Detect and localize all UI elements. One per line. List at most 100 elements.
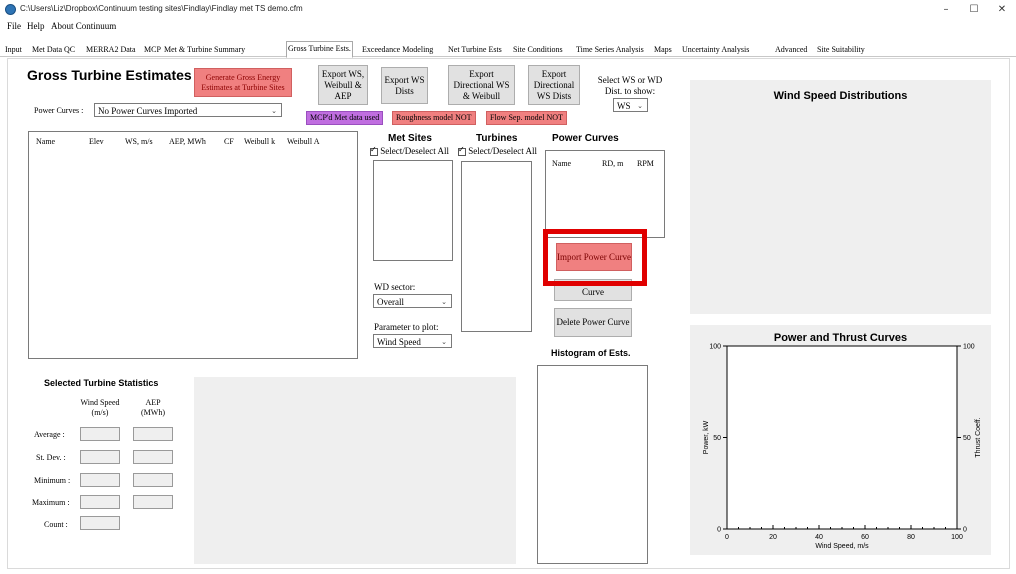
dist-type-value: WS [617,101,631,111]
x-tick-label: 100 [951,534,963,541]
maximum-aep-field [133,495,173,509]
tab-input[interactable]: Input [4,43,23,57]
count-field [80,516,120,530]
menu-about[interactable]: About Continuum [51,21,116,31]
col-weibull-a[interactable]: Weibull A [287,137,319,146]
generate-estimates-button[interactable]: Generate Gross Energy Estimates at Turbi… [194,68,292,97]
x-tick-label: 0 [725,534,729,541]
col-elev[interactable]: Elev [89,137,104,146]
average-ws-field [80,427,120,441]
title-bar: C:\Users\Liz\Dropbox\Continuum testing s… [0,0,1016,20]
power-curves-dropdown[interactable]: No Power Curves Imported ⌄ [94,103,282,117]
stats-row-maximum: Maximum : [32,498,70,507]
tab-strip: Input Met Data QC MERRA2 Data MCP Met & … [0,41,1016,58]
flowsep-status-tag: Flow Sep. model NOT [486,111,567,125]
y2-tick-label: 100 [963,344,975,351]
power-thrust-chart: Power and Thrust Curves 0 20 40 60 80 100 0 50 1… [690,325,991,555]
chevron-down-icon: ⌄ [271,107,277,115]
x-tick-label: 80 [907,534,915,541]
tab-site-conditions[interactable]: Site Conditions [512,43,564,57]
minimize-button[interactable]: – [932,1,960,19]
histogram-panel [537,365,648,564]
tab-gross-turbine-ests[interactable]: Gross Turbine Ests. [286,41,353,58]
plot-area [726,345,958,530]
col-cf[interactable]: CF [224,137,234,146]
estimates-table[interactable]: Name Elev WS, m/s AEP, MWh CF Weibull k … [28,131,358,359]
parameter-value: Wind Speed [377,337,421,347]
met-sites-select-all[interactable]: Select/Deselect All [370,145,449,156]
export-ws-dists-button[interactable]: Export WS Dists [381,67,428,104]
tab-net-turbine-ests[interactable]: Net Turbine Ests [447,43,503,57]
pc-col-rd[interactable]: RD, m [602,159,623,168]
col-name[interactable]: Name [36,137,55,146]
tab-merra2-data[interactable]: MERRA2 Data [85,43,137,57]
parameter-label: Parameter to plot: [374,322,439,332]
power-curves-label: Power Curves : [34,106,84,115]
chevron-down-icon: ⌄ [441,338,447,346]
chevron-down-icon: ⌄ [637,102,643,110]
menu-file[interactable]: File [7,21,21,31]
pc-col-rpm[interactable]: RPM [637,159,654,168]
met-sites-select-all-label: Select/Deselect All [380,146,449,156]
power-curves-title: Power Curves [552,133,619,144]
met-sites-title: Met Sites [388,133,432,144]
turbines-list[interactable] [461,161,532,332]
turbines-select-all[interactable]: Select/Deselect All [458,145,537,156]
histogram-title: Histogram of Ests. [551,348,631,358]
stats-row-average: Average : [34,430,65,439]
tab-maps[interactable]: Maps [653,43,673,57]
wind-speed-dist-panel: Wind Speed Distributions [690,80,991,314]
pc-col-name[interactable]: Name [552,159,571,168]
minimum-ws-field [80,473,120,487]
wd-sector-value: Overall [377,297,404,307]
turbines-title: Turbines [476,133,518,144]
dist-type-dropdown[interactable]: WS ⌄ [613,98,648,112]
x-tick-label: 60 [861,534,869,541]
delete-power-curve-button[interactable]: Delete Power Curve [554,308,632,337]
col-aep[interactable]: AEP, MWh [169,137,206,146]
stats-col-aep: AEP (MWh) [141,398,165,417]
chart-svg: 0 20 40 60 80 100050100050100Wind Speed, m/sP… [703,344,982,551]
maximum-ws-field [80,495,120,509]
menu-help[interactable]: Help [27,21,45,31]
col-ws[interactable]: WS, m/s [125,137,153,146]
y-tick-label: 0 [717,527,721,534]
stdev-ws-field [80,450,120,464]
average-aep-field [133,427,173,441]
met-sites-list[interactable] [373,160,453,261]
tab-met-data-qc[interactable]: Met Data QC [31,43,76,57]
export-directional-ws-dists-button[interactable]: Export Directional WS Dists [528,65,580,105]
minimum-aep-field [133,473,173,487]
col-weibull-k[interactable]: Weibull k [244,137,275,146]
power-curves-list[interactable]: Name RD, m RPM [545,150,665,238]
parameter-dropdown[interactable]: Wind Speed ⌄ [373,334,452,348]
stats-col-ws: Wind Speed (m/s) [80,398,120,417]
stats-title: Selected Turbine Statistics [44,378,159,388]
tab-site-suitability[interactable]: Site Suitability [816,43,866,57]
y2-tick-label: 50 [963,435,971,442]
tab-uncertainty-analysis[interactable]: Uncertainty Analysis [681,43,750,57]
tab-advanced[interactable]: Advanced [774,43,808,57]
stats-row-stdev: St. Dev. : [36,453,66,462]
tab-met-turbine-summary[interactable]: Met & Turbine Summary [163,43,246,57]
y-tick-label: 50 [713,435,721,442]
checkbox-icon [370,145,378,156]
chevron-down-icon: ⌄ [441,298,447,306]
wd-sector-dropdown[interactable]: Overall ⌄ [373,294,452,308]
power-curves-value: No Power Curves Imported [98,106,198,116]
x-tick-label: 20 [769,534,777,541]
close-button[interactable]: ✕ [988,1,1016,19]
tab-exceedance-modeling[interactable]: Exceedance Modeling [361,43,434,57]
wind-speed-dist-title: Wind Speed Distributions [773,90,908,102]
tab-time-series-analysis[interactable]: Time Series Analysis [575,43,645,57]
tab-mcp[interactable]: MCP [143,43,162,57]
page-title: Gross Turbine Estimates [27,67,192,83]
y2-tick-label: 0 [963,527,967,534]
turbines-select-all-label: Select/Deselect All [468,146,537,156]
select-dist-label: Select WS or WD Dist. to show: [597,75,663,96]
export-ws-weibull-aep-button[interactable]: Export WS, Weibull & AEP [318,65,368,105]
maximize-button[interactable]: ☐ [960,1,988,19]
import-power-curve-button[interactable]: Import Power Curve [556,243,632,271]
export-directional-ws-weibull-button[interactable]: Export Directional WS & Weibull [448,65,515,105]
stats-row-minimum: Minimum : [34,476,71,485]
